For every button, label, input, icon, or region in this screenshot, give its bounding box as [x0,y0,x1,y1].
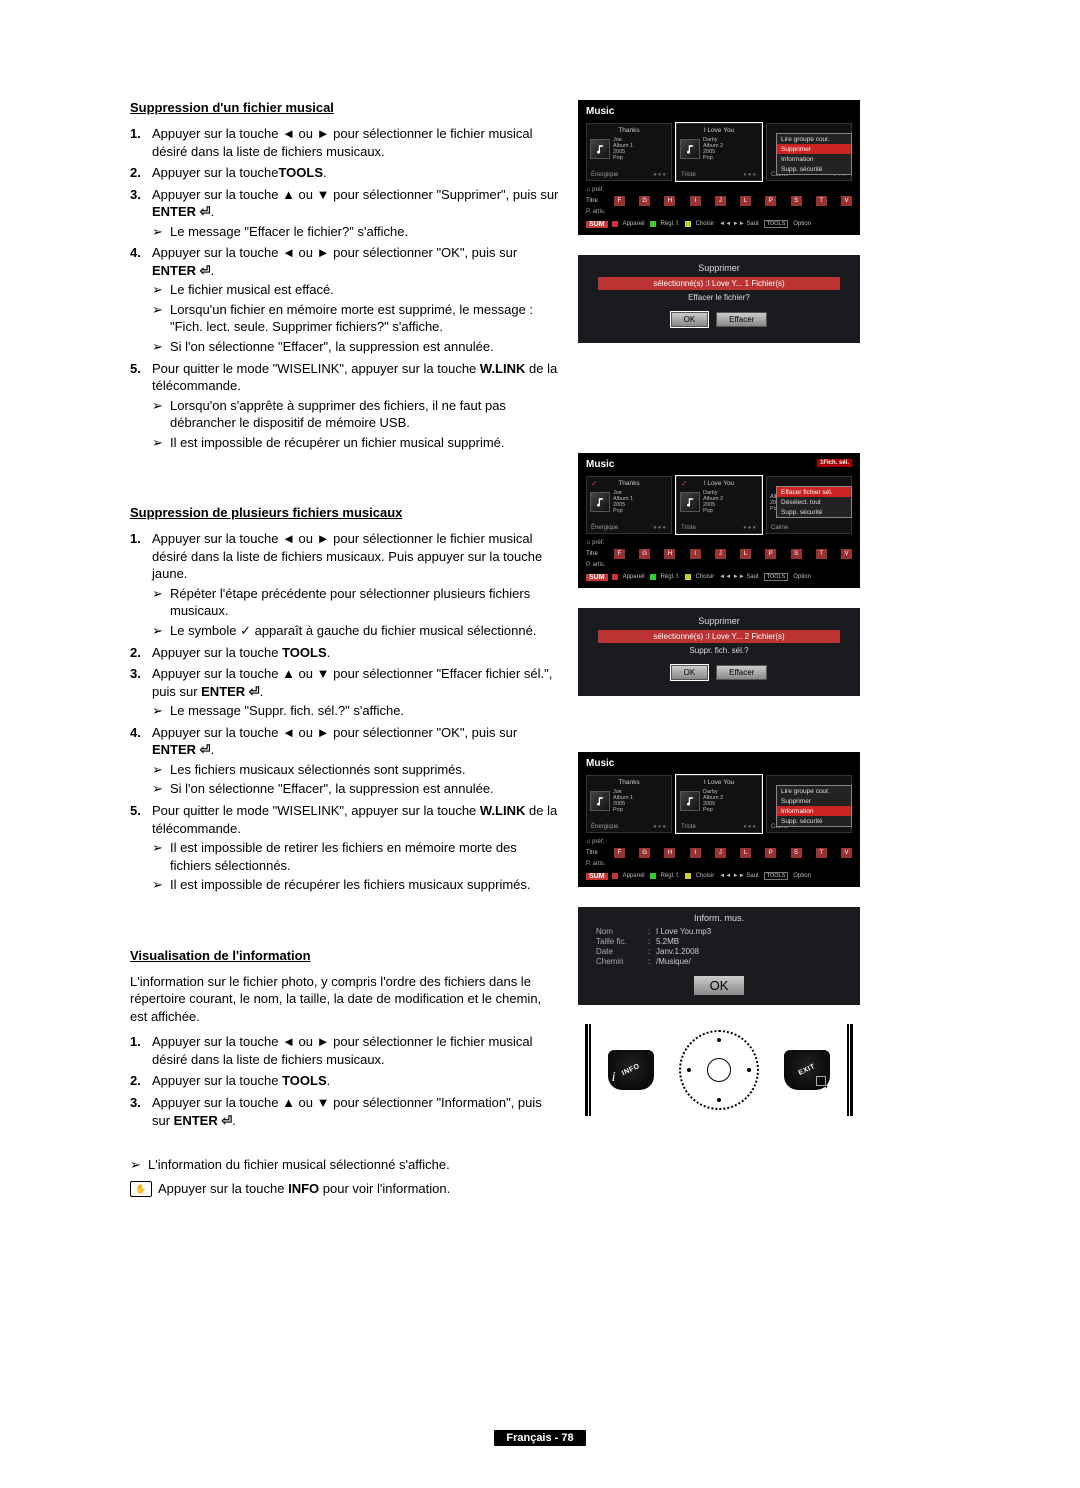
cancel-button[interactable]: Effacer [716,665,767,680]
page-footer: Français - 78 [0,1429,1080,1444]
exit-key: EXIT→ [784,1050,830,1090]
note-icon: ✋ [130,1181,152,1197]
figures-column: Music Thanks JoeAlbum 12005Pop Énergique… [578,100,863,1221]
check-icon: ✓ [681,479,688,488]
alpha-letters: FGHIJLPSTV [614,848,852,858]
delete-selected-dialog: Supprimer sélectionné(s) :I Love Y... 2 … [578,608,860,696]
check-icon: ✓ [591,479,598,488]
section-view-info: Visualisation de l'information L'informa… [130,948,560,1197]
remote-illustration: INFOi EXIT→ [578,1025,860,1115]
music-info-dialog: Inform. mus. Nom:I Love You.mp3 Taille f… [578,907,860,1005]
section-delete-one: Suppression d'un fichier musical 1. Appu… [130,100,560,451]
heading: Suppression de plusieurs fichiers musica… [130,505,560,520]
dpad-icon [679,1030,759,1110]
context-menu: Lire groupe cour. Supprimer Information … [776,133,852,175]
manual-text-column: Suppression d'un fichier musical 1. Appu… [130,100,560,1221]
heading: Suppression d'un fichier musical [130,100,560,115]
music-panel-info: Music Thanks JoeAlbum 12005Pop Énergique… [578,752,860,887]
info-note: ✋ Appuyer sur la touche INFO pour voir l… [130,1181,560,1197]
music-icon [680,791,700,811]
heading: Visualisation de l'information [130,948,560,963]
ok-button[interactable]: OK [671,312,709,327]
alpha-letters: FGHIJLPSTV [614,196,852,206]
music-panel-delete: Music Thanks JoeAlbum 12005Pop Énergique… [578,100,860,235]
music-panel-multiselect: Music1Fich. sél. ✓Thanks JoeAlbum 12005P… [578,453,860,588]
cancel-button[interactable]: Effacer [716,312,767,327]
music-icon [590,791,610,811]
ok-button[interactable]: OK [671,665,709,680]
delete-confirm-dialog: Supprimer sélectionné(s) :I Love Y... 1 … [578,255,860,343]
context-menu: Lire groupe cour. Supprimer Information … [776,785,852,827]
info-key: INFOi [608,1050,654,1090]
ok-button[interactable]: OK [694,976,745,995]
music-icon [680,492,700,512]
music-icon [680,139,700,159]
section-delete-many: Suppression de plusieurs fichiers musica… [130,505,560,893]
alpha-letters: FGHIJLPSTV [614,549,852,559]
context-menu: Effacer fichier sél. Désélect. tout Supp… [776,486,852,518]
music-icon [590,492,610,512]
music-icon [590,139,610,159]
